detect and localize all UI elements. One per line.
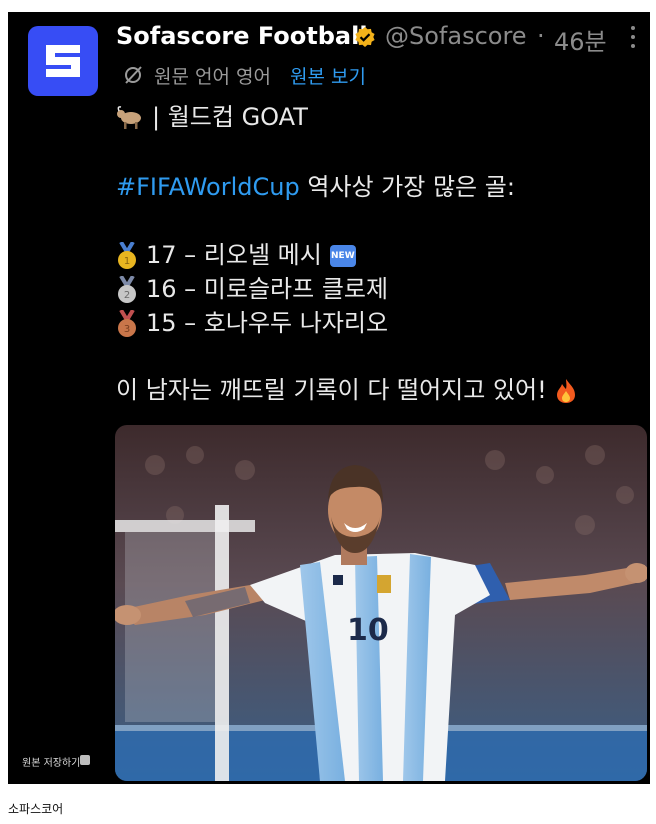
tweet-line-closing: 이 남자는 깨뜨릴 기록이 다 떨어지고 있어! bbox=[116, 375, 577, 405]
rank3-text: 15 – 호나우두 나자리오 bbox=[146, 309, 389, 337]
tweet-line-rank2: 2 16 – 미로슬라프 클로제 bbox=[116, 274, 388, 304]
verified-badge-icon bbox=[355, 27, 375, 47]
rank1-text: 17 – 리오넬 메시 bbox=[146, 241, 322, 269]
separator-dot: · bbox=[537, 22, 545, 50]
rank2-text: 16 – 미로슬라프 클로제 bbox=[146, 275, 389, 303]
image-caption: 소파스코어 bbox=[8, 802, 64, 816]
hashtag-link[interactable]: #FIFAWorldCup bbox=[116, 173, 300, 201]
timestamp[interactable]: 46분 bbox=[554, 22, 607, 57]
tweet-line-heading: #FIFAWorldCup 역사상 가장 많은 골: bbox=[116, 172, 515, 202]
new-badge-emoji: NEW bbox=[329, 245, 356, 267]
closing-text: 이 남자는 깨뜨릴 기록이 다 떨어지고 있어! bbox=[116, 376, 547, 404]
bronze-medal-icon: 3 bbox=[118, 310, 136, 337]
svg-text:10: 10 bbox=[347, 613, 389, 648]
tweet-line-rank3: 3 15 – 호나우두 나자리오 bbox=[116, 308, 388, 338]
gold-medal-icon: 1 bbox=[118, 242, 136, 269]
tweet-line-title: | 월드컵 GOAT bbox=[116, 102, 308, 132]
show-original-link[interactable]: 원본 보기 bbox=[290, 62, 366, 89]
save-original-link[interactable]: 원본 저장하기 bbox=[22, 754, 80, 769]
svg-text:2: 2 bbox=[124, 290, 130, 301]
translate-icon bbox=[125, 66, 142, 84]
tweet-line-rank1: 1 17 – 리오넬 메시 NEW bbox=[116, 240, 356, 270]
more-vertical-icon[interactable] bbox=[626, 26, 640, 52]
player-celebration-image: 10 bbox=[115, 425, 647, 781]
goat-emoji-icon bbox=[117, 106, 141, 129]
tweet-title-text: | 월드컵 GOAT bbox=[152, 103, 308, 131]
fire-emoji-icon bbox=[556, 379, 575, 403]
tweet-screenshot: Sofascore Football @Sofascore · 46분 원문 언… bbox=[8, 12, 650, 784]
silver-medal-icon: 2 bbox=[118, 276, 136, 303]
svg-text:1: 1 bbox=[124, 256, 130, 267]
user-handle[interactable]: @Sofascore bbox=[385, 22, 527, 50]
download-icon[interactable] bbox=[80, 755, 90, 765]
sofascore-logo-avatar[interactable] bbox=[28, 26, 98, 96]
display-name[interactable]: Sofascore Football bbox=[116, 22, 368, 50]
sofascore-logo-icon bbox=[46, 45, 80, 77]
tweet-photo[interactable]: 10 bbox=[115, 425, 647, 781]
translation-info: 원문 언어 영어 bbox=[154, 66, 271, 88]
svg-text:3: 3 bbox=[124, 324, 130, 335]
heading-text: 역사상 가장 많은 골: bbox=[299, 173, 515, 201]
